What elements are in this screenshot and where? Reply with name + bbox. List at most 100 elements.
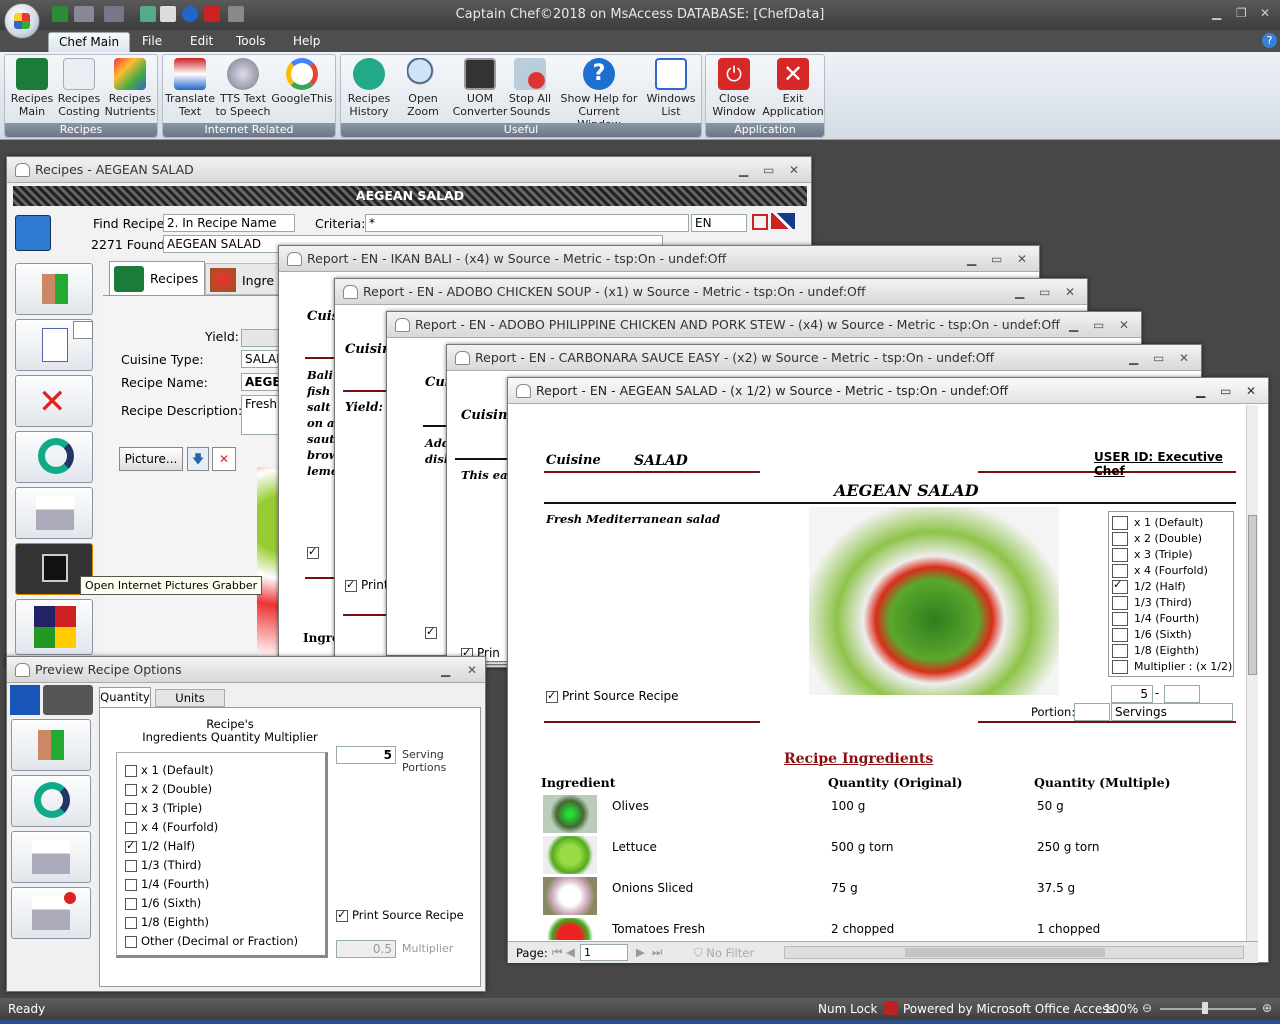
uk-flag-icon[interactable] — [771, 213, 795, 229]
checkbox[interactable] — [345, 578, 357, 592]
cuisine-field[interactable]: SALAD — [241, 350, 281, 368]
checkbox[interactable] — [125, 935, 137, 948]
close-icon[interactable]: ✕ — [789, 157, 799, 183]
print-preview-button[interactable] — [15, 487, 93, 539]
checkbox[interactable] — [125, 839, 137, 853]
recipes-costing-button[interactable]: Recipes Costing — [55, 58, 103, 118]
remove-picture-icon[interactable]: ✕ — [212, 447, 236, 471]
zoom-out-icon[interactable]: ⊖ — [1142, 1001, 1152, 1015]
office-button[interactable] — [4, 3, 40, 39]
minimize-icon[interactable]: ▁ — [1069, 312, 1078, 338]
last-page-icon[interactable]: ⏭ — [652, 945, 662, 960]
servings-field[interactable]: Servings — [1111, 703, 1233, 721]
checkbox[interactable] — [125, 783, 137, 796]
maximize-icon[interactable]: ▭ — [991, 246, 1002, 272]
tab-quantity[interactable]: Quantity — [99, 687, 151, 707]
checkbox[interactable] — [546, 689, 558, 703]
close-icon[interactable]: ✕ — [1017, 246, 1027, 272]
exit-application-button[interactable]: ✕ Exit Application — [762, 58, 824, 118]
multiplier-option[interactable]: x 2 (Double) — [1112, 532, 1202, 546]
horizontal-scrollbar[interactable] — [784, 946, 1244, 959]
minimize-icon[interactable]: ▁ — [441, 657, 450, 683]
multiplier-option[interactable]: 1/4 (Fourth) — [1112, 612, 1199, 626]
minimize-icon[interactable]: ▁ — [1015, 279, 1024, 305]
show-help-button[interactable]: ?Show Help forCurrent Window — [557, 58, 641, 131]
language-select[interactable]: EN — [691, 214, 747, 232]
close-icon[interactable]: ✕ — [1260, 6, 1270, 20]
delete-recipe-button[interactable]: ✕ — [15, 375, 93, 427]
checkbox[interactable] — [1112, 578, 1128, 594]
criteria-input[interactable]: * — [365, 214, 689, 232]
close-icon[interactable]: ✕ — [467, 657, 477, 683]
checkbox[interactable] — [1112, 516, 1128, 530]
picture-button[interactable]: Picture... — [119, 447, 183, 471]
restore-icon[interactable]: ❐ — [1236, 6, 1247, 20]
print-source-check[interactable]: Print — [345, 578, 389, 592]
tab-ingredients[interactable]: Ingre — [205, 263, 279, 295]
checkbox[interactable] — [307, 545, 319, 559]
print-source-check[interactable] — [307, 545, 323, 559]
multiplier-option[interactable]: 1/2 (Half) — [125, 839, 195, 853]
multiplier-option[interactable]: x 1 (Default) — [1112, 516, 1203, 530]
zoom-slider-thumb[interactable] — [1202, 1002, 1208, 1014]
next-page-icon[interactable]: ▶ — [636, 945, 645, 959]
add-small-icon[interactable] — [73, 321, 93, 339]
filter-icon[interactable] — [752, 214, 768, 230]
checkbox[interactable] — [125, 764, 137, 777]
first-page-icon[interactable]: ⏮ — [552, 945, 562, 960]
minimize-icon[interactable]: ▁ — [1212, 6, 1221, 20]
multiplier-option[interactable]: x 3 (Triple) — [1112, 548, 1193, 562]
multiplier-option[interactable]: x 3 (Triple) — [125, 801, 202, 815]
multiplier-option[interactable]: x 2 (Double) — [125, 782, 212, 796]
name-field[interactable]: AEGEA — [241, 373, 281, 391]
open-zoom-button[interactable]: Open Zoom — [403, 58, 443, 118]
tab-file[interactable]: File — [132, 32, 172, 52]
checkbox[interactable] — [125, 859, 137, 872]
vertical-scrollbar[interactable] — [1246, 405, 1258, 941]
checkbox[interactable] — [125, 916, 137, 929]
multiplier-option[interactable]: 1/2 (Half) — [1112, 578, 1186, 594]
multiplier-option[interactable]: x 1 (Default) — [125, 763, 213, 777]
multiplier-option[interactable]: 1/6 (Sixth) — [1112, 628, 1192, 642]
maximize-icon[interactable]: ▭ — [1039, 279, 1050, 305]
stop-sounds-button[interactable]: Stop All Sounds — [505, 58, 555, 118]
servings-max[interactable] — [1164, 685, 1200, 703]
checkbox[interactable] — [425, 625, 437, 639]
refresh-button[interactable] — [15, 431, 93, 483]
download-arrow-icon[interactable]: 🡇 — [187, 447, 209, 471]
page-number-input[interactable]: 1 — [580, 944, 628, 961]
multiplier-option[interactable]: Multiplier : (x 1/2) — [1112, 660, 1232, 674]
close-icon[interactable]: ✕ — [1065, 279, 1075, 305]
maximize-icon[interactable]: ▭ — [1093, 312, 1104, 338]
checkbox[interactable] — [1112, 644, 1128, 658]
checkbox[interactable] — [1112, 564, 1128, 578]
print-source-check[interactable]: Print Source Recipe — [336, 908, 464, 922]
checkbox[interactable] — [1112, 532, 1128, 546]
tts-button[interactable]: TTS Text to Speech — [215, 58, 271, 118]
scroll-thumb[interactable] — [1248, 515, 1257, 675]
zoom-in-icon[interactable]: ⊕ — [1262, 1001, 1272, 1015]
close-icon[interactable]: ✕ — [1179, 345, 1189, 371]
print-source-check[interactable]: Print Source Recipe — [546, 689, 679, 703]
preview-button[interactable] — [11, 831, 91, 883]
multiplier-option[interactable]: 1/3 (Third) — [125, 858, 201, 872]
exit-door-button[interactable] — [11, 719, 91, 771]
multiplier-option[interactable]: Other (Decimal or Fraction) — [125, 934, 298, 948]
google-this-button[interactable]: GoogleThis — [271, 58, 333, 105]
close-icon[interactable]: ✕ — [1246, 378, 1256, 404]
scroll-thumb[interactable] — [905, 948, 1105, 957]
tab-edit[interactable]: Edit — [180, 32, 223, 52]
uom-converter-button[interactable]: UOM Converter — [451, 58, 509, 118]
maximize-icon[interactable]: ▭ — [1153, 345, 1164, 371]
close-icon[interactable]: ✕ — [1119, 312, 1129, 338]
multiplier-option[interactable]: 1/6 (Sixth) — [125, 896, 201, 910]
print-source-check[interactable] — [425, 625, 441, 639]
portion-field[interactable] — [1074, 703, 1110, 721]
maximize-icon[interactable]: ▭ — [763, 157, 774, 183]
yield-field[interactable] — [241, 329, 281, 347]
minimize-icon[interactable]: ▁ — [1129, 345, 1138, 371]
tab-units-system[interactable]: Units System — [155, 689, 225, 721]
zoom-slider[interactable] — [1160, 1008, 1256, 1010]
ribbon-help-icon[interactable]: ? — [1262, 33, 1277, 48]
checkbox[interactable] — [1112, 612, 1128, 626]
